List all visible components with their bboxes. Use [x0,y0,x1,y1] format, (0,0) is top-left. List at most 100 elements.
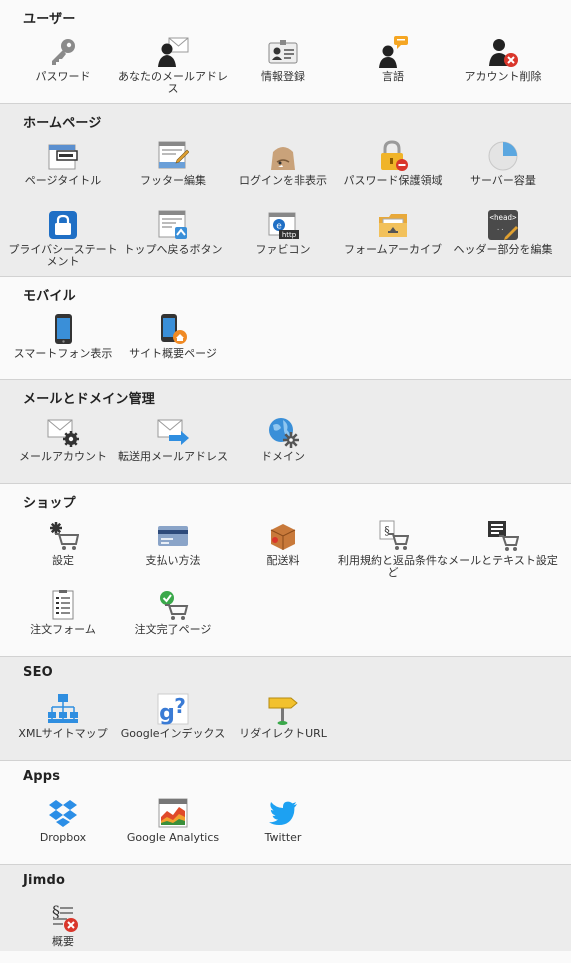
item-label: 利用規約と返品条件など [338,554,448,579]
lock-protect-icon [377,140,409,172]
item-label: ファビコン [255,243,311,256]
hide-login-icon [267,140,299,172]
settings-item-mail-gear[interactable]: メールアカウント [8,416,118,478]
settings-item-google-index[interactable]: g? Googleインデックス [118,693,228,755]
order-form-icon [47,589,79,621]
settings-item-cart-text[interactable]: メールとテキスト設定 [448,520,558,582]
settings-item-key[interactable]: パスワード [8,36,118,98]
item-label: Google Analytics [126,831,220,844]
item-label: 設定 [52,554,74,567]
settings-item-user-mail[interactable]: あなたのメールアドレス [118,36,228,98]
settings-item-head-code[interactable]: <head>.. ヘッダー部分を編集 [448,209,558,271]
mail-gear-icon [47,416,79,448]
section-title: SEO [23,665,53,680]
section-7: Apps Dropbox Google Analytics Twitter [0,760,571,864]
item-label: パスワード保護領域 [343,174,443,187]
settings-item-footer-edit[interactable]: フッター編集 [118,140,228,202]
cart-text-icon [487,520,519,552]
item-label: メールとテキスト設定 [448,554,558,567]
section-title: ショップ [23,496,76,511]
item-label: ログインを非表示 [239,174,327,187]
page-title-icon [47,140,79,172]
item-label: パスワード [35,70,91,83]
item-label: 注文完了ページ [134,623,212,636]
settings-item-analytics[interactable]: Google Analytics [118,797,228,859]
settings-item-page-title[interactable]: ページタイトル [8,140,118,202]
settings-item-dropbox[interactable]: Dropbox [8,797,118,859]
mail-forward-icon [157,416,189,448]
section-4: メールとドメイン管理メールアカウント 転送用メールアドレス ドメイン [0,379,571,483]
settings-item-twitter-bird[interactable]: Twitter [228,797,338,859]
cart-check-icon [157,589,189,621]
settings-item-cart-gear[interactable]: 設定 [8,520,118,582]
item-label: リダイレクトURL [239,727,327,740]
section-5: ショップ設定 支払い方法 配送料 § 利用規約と返品条件など メールとテキスト設定注文フォ… [0,483,571,656]
shipping-box-icon [267,520,299,552]
section-title: メールとドメイン管理 [23,392,156,407]
item-label: 概要 [52,935,74,948]
item-label: サーバー容量 [470,174,536,187]
svg-text:http: http [282,231,297,239]
item-label: Twitter [264,831,302,844]
item-label: トップへ戻るボタン [123,243,223,256]
analytics-icon [157,797,189,829]
section-title: Apps [23,769,61,784]
user-mail-icon [157,36,189,68]
sitemap-icon [47,693,79,725]
settings-item-globe-gear[interactable]: ドメイン [228,416,338,478]
settings-item-phone-home[interactable]: サイト概要ページ [118,313,228,375]
settings-item-hide-login[interactable]: ログインを非表示 [228,140,338,202]
settings-item-signpost[interactable]: リダイレクトURL [228,693,338,755]
dropbox-icon [47,797,79,829]
section-3: モバイルスマートフォン表示 サイト概要ページ [0,276,571,379]
section-title: Jimdo [23,873,66,888]
section-8: Jimdo § 概要 [0,864,571,951]
settings-item-back-to-top[interactable]: トップへ戻るボタン [118,209,228,271]
item-label: 支払い方法 [145,554,201,567]
section-title: モバイル [23,289,76,304]
item-label: Googleインデックス [120,727,226,740]
settings-item-shipping-box[interactable]: 配送料 [228,520,338,582]
settings-item-favicon[interactable]: e http ファビコン [228,209,338,271]
favicon-icon: e http [267,209,299,241]
svg-text:?: ? [174,694,186,718]
settings-item-order-form[interactable]: 注文フォーム [8,589,118,651]
head-code-icon: <head>.. [487,209,519,241]
svg-text:g: g [159,701,175,725]
item-label: プライバシーステートメント [8,243,118,268]
settings-item-sitemap[interactable]: XMLサイトマップ [8,693,118,755]
settings-item-id-card[interactable]: 情報登録 [228,36,338,98]
item-label: ページタイトル [24,174,102,187]
google-index-icon: g? [157,693,189,725]
settings-item-folder-archive[interactable]: フォームアーカイブ [338,209,448,271]
svg-text:<head>: <head> [489,213,517,222]
section-title: ユーザー [23,12,76,27]
settings-item-user-speech[interactable]: 言語 [338,36,448,98]
svg-text:..: .. [496,224,504,232]
settings-item-cart-check[interactable]: 注文完了ページ [118,589,228,651]
signpost-icon [267,693,299,725]
item-label: 情報登録 [261,70,305,83]
folder-archive-icon [377,209,409,241]
settings-item-pie-storage[interactable]: サーバー容量 [448,140,558,202]
id-card-icon [267,36,299,68]
section-title: ホームページ [23,116,102,131]
settings-item-lock-protect[interactable]: パスワード保護領域 [338,140,448,202]
settings-item-terms-delete[interactable]: § 概要 [8,901,118,963]
item-label: フッター編集 [140,174,206,187]
privacy-lock-icon [47,209,79,241]
settings-item-smartphone[interactable]: スマートフォン表示 [8,313,118,375]
settings-item-privacy-lock[interactable]: プライバシーステートメント [8,209,118,271]
settings-item-credit-card[interactable]: 支払い方法 [118,520,228,582]
item-label: ヘッダー部分を編集 [453,243,553,256]
settings-item-mail-forward[interactable]: 転送用メールアドレス [118,416,228,478]
twitter-bird-icon [267,797,299,829]
settings-item-user-delete[interactable]: アカウント削除 [448,36,558,98]
item-label: フォームアーカイブ [343,243,442,256]
cart-gear-icon [47,520,79,552]
settings-item-cart-terms[interactable]: § 利用規約と返品条件など [338,520,448,582]
credit-card-icon [157,520,189,552]
user-speech-icon [377,36,409,68]
item-label: 転送用メールアドレス [118,450,228,463]
section-6: SEO XMLサイトマップ g? Googleインデックス リダイレクトURL [0,656,571,760]
